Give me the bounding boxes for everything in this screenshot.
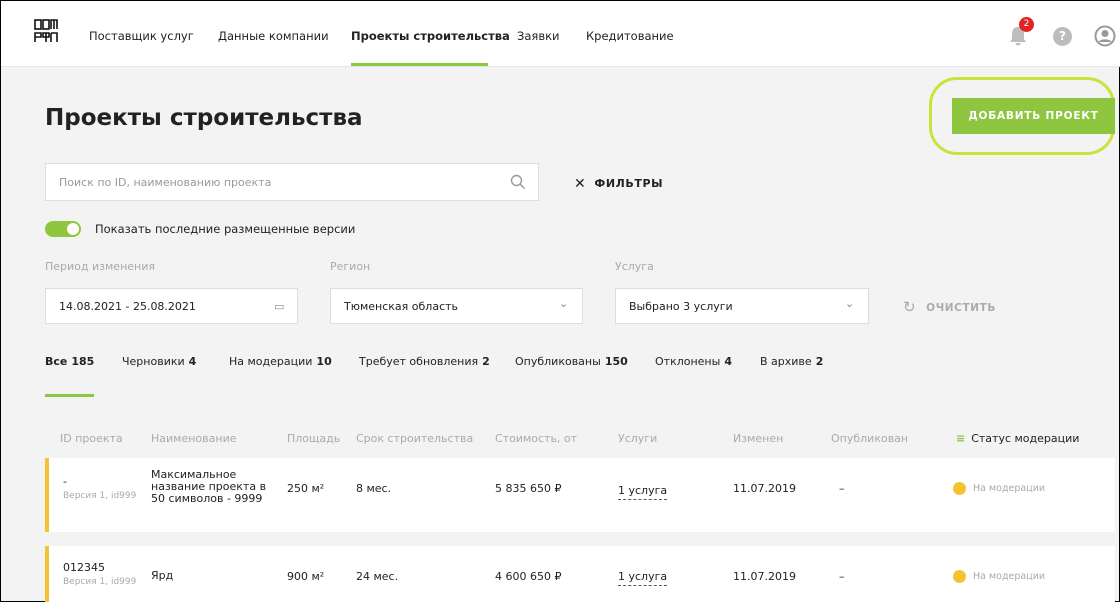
- row-name[interactable]: Максимальное название проекта в 50 симво…: [151, 469, 269, 505]
- period-value: 14.08.2021 - 25.08.2021: [59, 300, 196, 313]
- column-header-area[interactable]: Площадь: [287, 432, 340, 445]
- chevron-down-icon: ⌄: [845, 297, 855, 310]
- active-nav-indicator: [351, 63, 488, 66]
- search-placeholder: Поиск по ID, наименованию проекта: [59, 176, 272, 189]
- region-value: Тюменская область: [344, 300, 459, 313]
- tab-published[interactable]: Опубликованы 150: [515, 355, 628, 368]
- filter-icon: ≡: [956, 432, 966, 445]
- service-value: Выбрано 3 услуги: [629, 300, 733, 313]
- clock-icon: [953, 570, 966, 583]
- nav-lending[interactable]: Кредитование: [586, 29, 674, 43]
- status-header-label: Статус модерации: [971, 432, 1080, 445]
- row-services-link[interactable]: 1 услуга: [618, 570, 668, 586]
- tab-count: 10: [316, 355, 332, 368]
- domrf-logo[interactable]: [34, 18, 58, 44]
- clear-filters-button[interactable]: ↻ ОЧИСТИТЬ: [903, 297, 996, 316]
- tab-label: Отклонены: [655, 355, 721, 368]
- tab-count: 2: [815, 355, 824, 368]
- row-status: На модерации: [973, 483, 1046, 494]
- top-header: Поставщик услуг Данные компании Проекты …: [1, 1, 1120, 67]
- row-name[interactable]: Ярд: [151, 570, 269, 582]
- region-select[interactable]: Тюменская область ⌄: [330, 288, 583, 324]
- filters-button[interactable]: ✕ ФИЛЬТРЫ: [574, 175, 664, 192]
- tab-count: 4: [724, 355, 732, 368]
- service-select[interactable]: Выбрано 3 услуги ⌄: [615, 288, 869, 324]
- page-title: Проекты строительства: [45, 105, 363, 131]
- close-icon: ✕: [574, 176, 587, 192]
- row-changed: 11.07.2019: [733, 482, 796, 495]
- row-price: 4 600 650 ₽: [495, 570, 562, 583]
- tab-count: 2: [482, 355, 490, 368]
- tab-moderation[interactable]: На модерации 10: [229, 355, 332, 368]
- row-area: 250 м²: [287, 482, 325, 495]
- column-header-term[interactable]: Срок строительства: [356, 432, 473, 445]
- clear-label: ОЧИСТИТЬ: [926, 302, 996, 314]
- refresh-icon: ↻: [903, 298, 917, 316]
- column-header-id[interactable]: ID проекта: [60, 432, 123, 445]
- active-tab-indicator: [45, 394, 94, 397]
- nav-requests[interactable]: Заявки: [517, 29, 560, 43]
- add-project-button[interactable]: ДОБАВИТЬ ПРОЕКТ: [952, 98, 1115, 134]
- search-icon[interactable]: [510, 174, 526, 190]
- tab-all[interactable]: Все 185: [45, 355, 94, 368]
- tab-label: Требует обновления: [359, 355, 479, 368]
- tab-drafts[interactable]: Черновики 4: [122, 355, 196, 368]
- tab-count: 150: [604, 355, 628, 368]
- user-avatar-icon[interactable]: [1094, 25, 1116, 47]
- notification-badge: 2: [1019, 17, 1034, 32]
- help-icon[interactable]: ?: [1053, 27, 1072, 46]
- row-status-accent: [45, 458, 49, 532]
- row-published: –: [839, 482, 845, 495]
- table-row[interactable]: - Версия 1, id999 Максимальное название …: [45, 458, 1115, 532]
- nav-service-provider[interactable]: Поставщик услуг: [89, 29, 194, 43]
- period-field[interactable]: 14.08.2021 - 25.08.2021 ▭: [45, 288, 298, 324]
- row-changed: 11.07.2019: [733, 570, 796, 583]
- column-header-services[interactable]: Услуги: [618, 432, 657, 445]
- column-header-price[interactable]: Стоимость, от: [495, 432, 577, 445]
- tab-count: 185: [71, 355, 95, 368]
- row-status-accent: [45, 546, 49, 602]
- tab-rejected[interactable]: Отклонены 4: [655, 355, 732, 368]
- row-version: Версия 1, id999: [63, 577, 137, 587]
- tab-archive[interactable]: В архиве 2: [760, 355, 823, 368]
- column-header-changed[interactable]: Изменен: [733, 432, 783, 445]
- row-id: -: [63, 475, 67, 488]
- column-header-name[interactable]: Наименование: [151, 432, 236, 445]
- row-term: 8 мес.: [356, 482, 392, 495]
- latest-versions-toggle[interactable]: [45, 221, 81, 237]
- toggle-label: Показать последние размещенные версии: [95, 222, 356, 236]
- tab-label: Опубликованы: [515, 355, 601, 368]
- row-area: 900 м²: [287, 570, 325, 583]
- row-id: 012345: [63, 561, 105, 574]
- row-published: –: [839, 570, 845, 583]
- tab-count: 4: [188, 355, 197, 368]
- row-services-link[interactable]: 1 услуга: [618, 484, 668, 500]
- tab-label: В архиве: [760, 355, 812, 368]
- service-label: Услуга: [615, 260, 654, 273]
- row-version: Версия 1, id999: [63, 491, 137, 501]
- tab-label: Все: [45, 355, 68, 368]
- table-row[interactable]: 012345 Версия 1, id999 Ярд 900 м² 24 мес…: [45, 546, 1115, 602]
- row-price: 5 835 650 ₽: [495, 482, 562, 495]
- row-term: 24 мес.: [356, 570, 399, 583]
- period-label: Период изменения: [45, 260, 155, 273]
- tab-label: Черновики: [122, 355, 185, 368]
- nav-construction-projects[interactable]: Проекты строительства: [351, 29, 510, 43]
- calendar-icon[interactable]: ▭: [274, 300, 284, 313]
- nav-company-data[interactable]: Данные компании: [218, 29, 329, 43]
- row-status: На модерации: [973, 571, 1046, 582]
- clock-icon: [953, 482, 966, 495]
- chevron-down-icon: ⌄: [559, 297, 569, 310]
- region-label: Регион: [330, 260, 371, 273]
- search-input[interactable]: Поиск по ID, наименованию проекта: [45, 163, 539, 201]
- column-header-published[interactable]: Опубликован: [831, 432, 908, 445]
- filters-label: ФИЛЬТРЫ: [594, 177, 664, 190]
- tab-needs-update[interactable]: Требует обновления 2: [359, 355, 490, 368]
- column-header-status[interactable]: ≡ Статус модерации: [956, 432, 1079, 445]
- toggle-knob: [67, 223, 79, 235]
- tab-label: На модерации: [229, 355, 313, 368]
